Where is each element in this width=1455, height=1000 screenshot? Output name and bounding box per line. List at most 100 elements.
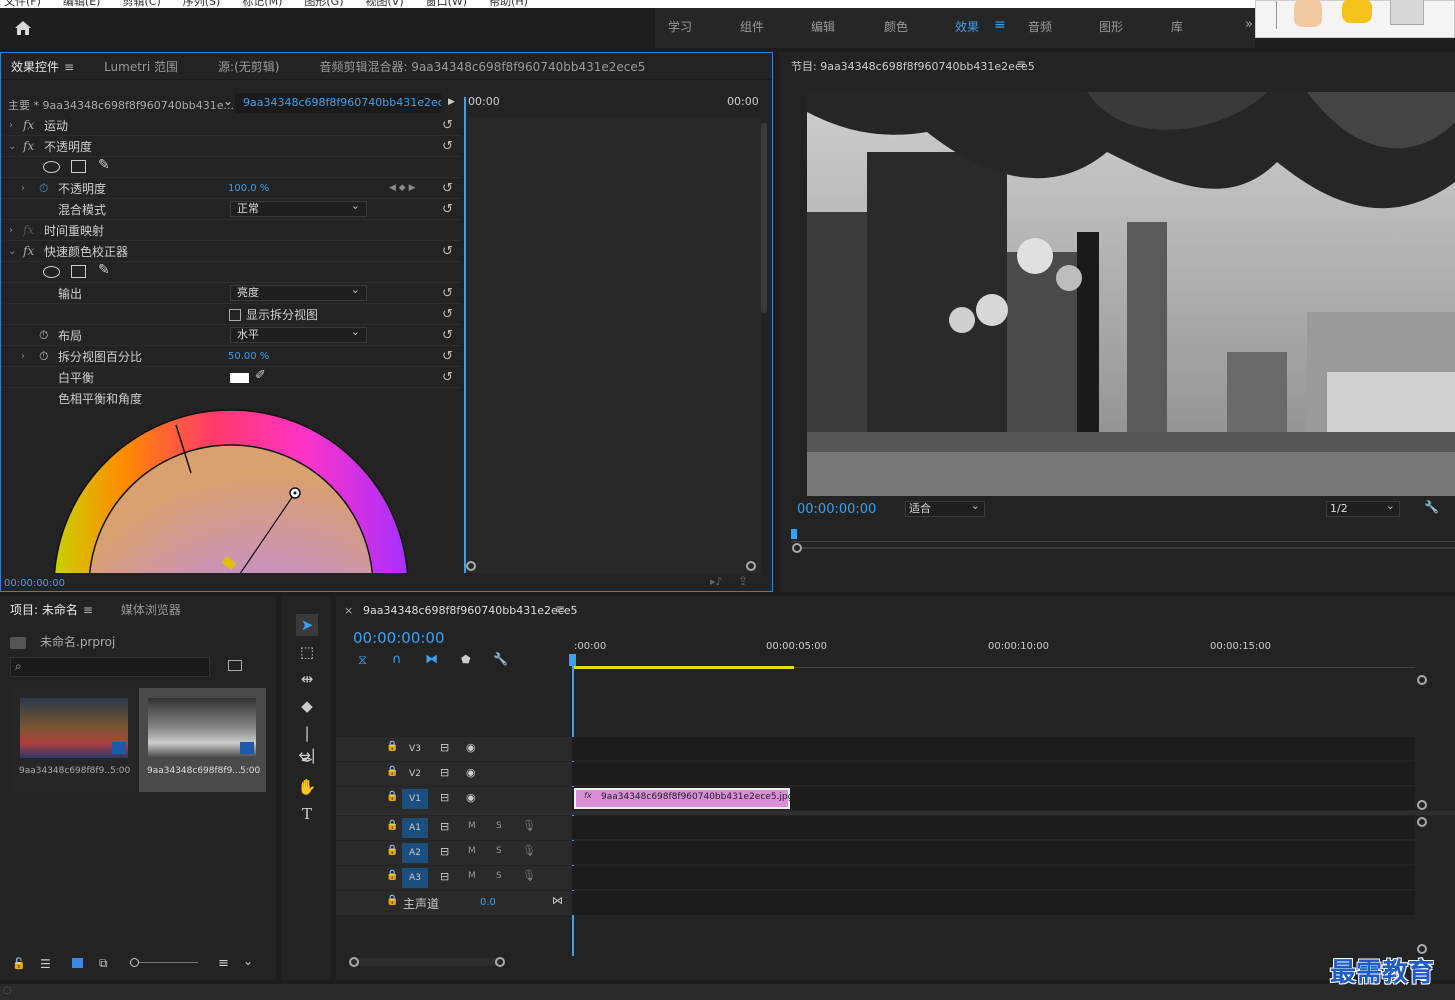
hand-icon[interactable] [1294, 0, 1322, 27]
motion-row[interactable]: › fx 运动 ↺ [1, 115, 461, 136]
lane-a1[interactable] [572, 816, 1415, 840]
stopwatch-icon[interactable]: ⏱ [39, 328, 48, 343]
lock-icon[interactable]: 🔒 [386, 791, 398, 802]
menu-item[interactable]: 视图(V) [366, 0, 404, 8]
rectangle-mask-icon[interactable] [71, 265, 86, 278]
tab-source[interactable]: 源:(无剪辑) [218, 58, 279, 75]
chevron-down-icon[interactable]: ⌄ [8, 141, 16, 152]
v-zoom-handle[interactable] [1417, 800, 1427, 810]
menu-item[interactable]: 剪辑(C) [122, 0, 160, 8]
workspace-tab-audio[interactable]: 音频 [1028, 18, 1052, 35]
ellipse-mask-icon[interactable] [43, 161, 60, 173]
chevron-down-icon[interactable]: ⌄ [243, 954, 253, 968]
menu-item[interactable]: 标记(M) [242, 0, 282, 8]
tab-effect-controls[interactable]: 效果控件 ≡ [11, 58, 74, 75]
solo-button[interactable]: S [496, 821, 502, 831]
workspace-menu-icon[interactable]: ≡ [994, 17, 1006, 33]
project-item[interactable]: 9aa34348c698f8f9... 5:00 [12, 688, 136, 792]
go-to-end-icon[interactable]: ⋈ [552, 894, 563, 907]
opacity-value[interactable]: 100.0 % [228, 183, 269, 194]
rectangle-mask-icon[interactable] [71, 160, 86, 173]
reset-icon[interactable]: ↺ [442, 286, 453, 301]
track-label[interactable]: V1 [402, 789, 428, 809]
overflow-icon[interactable]: » [1245, 17, 1253, 32]
play-audio-icon[interactable]: ▸♪ [710, 575, 723, 588]
solo-button[interactable]: S [496, 846, 502, 856]
white-balance-swatch[interactable] [230, 373, 249, 383]
new-bin-icon[interactable] [228, 660, 242, 671]
workspace-tab-graphics[interactable]: 图形 [1099, 18, 1123, 35]
playhead-handle[interactable] [569, 654, 576, 666]
zoom-bar[interactable] [802, 547, 1455, 549]
workspace-tab-effects[interactable]: 效果 [955, 18, 979, 35]
track-label[interactable]: A2 [402, 843, 428, 863]
reset-icon[interactable]: ↺ [442, 118, 453, 133]
chevron-down-icon[interactable]: ⌄ [8, 246, 16, 257]
play-icon[interactable]: ▶ [448, 97, 455, 107]
h-zoom-handle[interactable] [349, 957, 359, 967]
reset-icon[interactable]: ↺ [442, 370, 453, 385]
reset-icon[interactable]: ↺ [442, 349, 453, 364]
h-zoom-handle[interactable] [495, 957, 505, 967]
resolution-dropdown[interactable]: 1/2 ⌄ [1326, 499, 1400, 517]
output-dropdown[interactable]: 亮度 [230, 283, 367, 301]
export-frame-icon[interactable]: ⇪ [738, 574, 748, 588]
type-tool-icon[interactable]: T [296, 803, 318, 825]
track-label[interactable]: V2 [402, 764, 428, 784]
ec-timecode[interactable]: 00:00:00:00 [4, 578, 65, 589]
opacity-row[interactable]: › ⏱ 不透明度 100.0 % ◀ ◆ ▶ ↺ [1, 178, 461, 199]
microphone-icon[interactable]: 🎙 [522, 819, 536, 832]
eye-icon[interactable]: ◉ [466, 741, 476, 754]
mute-button[interactable]: M [468, 846, 476, 856]
nest-icon[interactable]: ⧖ [358, 653, 367, 668]
menu-item[interactable]: 窗口(W) [426, 0, 467, 8]
time-remap-row[interactable]: › fx 时间重映射 [1, 220, 461, 241]
master-volume[interactable]: 0.0 [480, 897, 496, 908]
reset-icon[interactable]: ↺ [442, 244, 453, 259]
zoom-slider[interactable] [132, 962, 198, 963]
ec-scrollbar[interactable] [761, 123, 767, 313]
ellipse-mask-icon[interactable] [43, 266, 60, 278]
project-item[interactable]: 9aa34348c698f8f9... 5:00 [139, 688, 266, 792]
ec-playhead[interactable] [464, 97, 466, 573]
layout-dropdown[interactable]: 水平 [230, 325, 367, 343]
freeform-view-icon[interactable]: ⧉ [99, 956, 108, 971]
track-select-tool-icon[interactable]: ⬚ [296, 641, 318, 663]
eyedropper-icon[interactable]: ✐ [255, 368, 266, 383]
fx-icon[interactable]: fx [23, 118, 34, 132]
track-label[interactable]: A1 [402, 818, 428, 838]
program-playhead[interactable] [791, 529, 797, 539]
ripple-edit-tool-icon[interactable]: ⇹ [296, 668, 318, 690]
lock-icon[interactable]: 🔒 [386, 820, 398, 831]
solo-button[interactable]: S [496, 871, 502, 881]
reset-icon[interactable]: ↺ [442, 328, 453, 343]
menu-item[interactable]: 文件(F) [4, 0, 41, 8]
hand-tool-icon[interactable]: ✋ [296, 776, 318, 798]
h-scrollbar[interactable] [350, 958, 500, 966]
zoom-slider-handle[interactable] [130, 958, 139, 967]
pen-tool-icon[interactable]: ✒ [296, 749, 318, 771]
tab-project[interactable]: 项目: 未命名 ≡ [10, 601, 93, 618]
workspace-tab-editing[interactable]: 编辑 [811, 18, 835, 35]
split-percent-value[interactable]: 50.00 % [228, 351, 269, 362]
reset-icon[interactable]: ↺ [442, 307, 453, 322]
track-label[interactable]: A3 [402, 868, 428, 888]
sort-icon[interactable]: ≡ [218, 956, 229, 971]
export-icon[interactable] [1390, 0, 1424, 25]
workspace-tab-learn[interactable]: 学习 [668, 18, 692, 35]
lock-icon[interactable]: 🔒 [386, 741, 398, 752]
pen-mask-icon[interactable]: ✎ [98, 262, 110, 278]
reset-icon[interactable]: ↺ [442, 202, 453, 217]
panel-menu-icon[interactable]: ≡ [1016, 57, 1026, 71]
lock-icon[interactable]: 🔒 [386, 766, 398, 777]
color-corrector-row[interactable]: ⌄ fx 快速颜色校正器 ↺ [1, 241, 461, 262]
work-area-bar[interactable] [572, 666, 794, 669]
hue-wheel[interactable] [51, 407, 411, 573]
lock-icon[interactable]: 🔒 [386, 895, 398, 906]
chevron-down-icon[interactable]: ⌄ [223, 94, 233, 108]
fx-icon[interactable]: fx [23, 139, 34, 153]
workspace-tab-assembly[interactable]: 组件 [740, 18, 764, 35]
lock-icon[interactable]: 🔓 [12, 957, 26, 970]
zoom-handle[interactable] [746, 561, 756, 571]
sync-lock-icon[interactable]: ⊟ [440, 845, 449, 858]
